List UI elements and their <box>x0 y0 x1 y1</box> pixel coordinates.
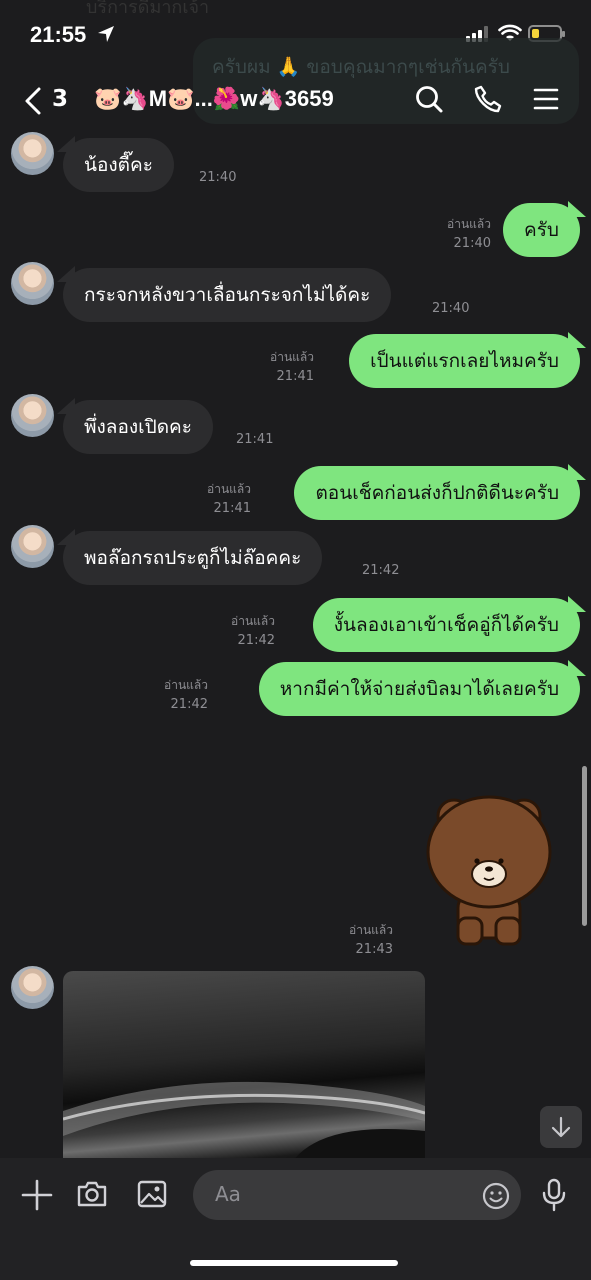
message-meta: อ่านแล้ว 21:42 <box>164 678 208 712</box>
message-bubble-outgoing[interactable]: งั้นลองเอาเข้าเช็คอู่ก็ได้ครับ <box>312 596 587 652</box>
message-time: 21:42 <box>362 563 400 578</box>
avatar[interactable] <box>11 132 54 175</box>
location-arrow-icon <box>96 24 116 44</box>
message-bubble-incoming[interactable]: พึ่งลองเปิดคะ <box>57 398 213 454</box>
home-indicator <box>190 1260 398 1266</box>
message-time: 21:41 <box>236 432 274 447</box>
emoji-icon[interactable] <box>481 1181 511 1211</box>
message-input[interactable]: Aa <box>193 1170 521 1220</box>
avatar[interactable] <box>11 525 54 568</box>
status-time: 21:55 <box>30 22 87 47</box>
background-preview-text: บริการดีมากเจ้า <box>86 0 210 18</box>
add-icon[interactable] <box>20 1178 54 1212</box>
scroll-to-bottom-button[interactable] <box>540 1106 582 1148</box>
message-meta: อ่านแล้ว 21:42 <box>231 614 275 648</box>
back-chevron-icon[interactable] <box>22 86 44 116</box>
avatar[interactable] <box>11 966 54 1009</box>
microphone-icon[interactable] <box>541 1178 567 1212</box>
message-bubble-incoming[interactable]: น้องตี๊คะ <box>57 136 174 192</box>
message-bubble-outgoing[interactable]: ตอนเช็คก่อนส่งก็ปกติดีนะครับ <box>294 464 586 520</box>
message-bubble-incoming[interactable]: กระจกหลังขวาเลื่อนกระจกไม่ได้คะ <box>56 266 392 322</box>
message-meta: อ่านแล้ว 21:41 <box>270 350 314 384</box>
unread-count[interactable]: 3 <box>52 86 68 112</box>
arrow-down-icon <box>550 1116 572 1138</box>
message-meta: อ่านแล้ว 21:40 <box>447 217 491 251</box>
message-bubble-incoming[interactable]: พอล๊อกรถประตูก็ไม่ล๊อคคะ <box>56 529 323 585</box>
menu-icon[interactable] <box>532 84 560 114</box>
message-bubble-outgoing[interactable]: ครับ <box>503 201 586 257</box>
camera-icon[interactable] <box>76 1178 108 1210</box>
message-time: 21:40 <box>199 170 237 185</box>
message-meta: อ่านแล้ว 21:43 <box>349 923 393 957</box>
message-bubble-outgoing[interactable]: หากมีค่าให้จ่ายส่งบิลมาได้เลยครับ <box>258 660 587 716</box>
chat-title[interactable]: 🐷🦄M🐷...🌺w🦄3659 <box>94 86 334 112</box>
avatar[interactable] <box>11 262 54 305</box>
avatar[interactable] <box>11 394 54 437</box>
message-time: 21:40 <box>432 301 470 316</box>
search-icon[interactable] <box>414 84 444 114</box>
chat-area[interactable]: น้องตี๊คะ 21:40 อ่านแล้ว 21:40 ครับ กระจก… <box>0 126 591 1158</box>
phone-icon[interactable] <box>473 84 503 114</box>
message-meta: อ่านแล้ว 21:41 <box>207 482 251 516</box>
scrollbar[interactable] <box>582 766 587 926</box>
chat-header: 3 🐷🦄M🐷...🌺w🦄3659 <box>0 76 591 124</box>
message-bubble-outgoing[interactable]: เป็นแต่แรกเลยไหมครับ <box>349 332 586 388</box>
brown-bear-sticker-icon[interactable] <box>424 786 554 948</box>
photo-message[interactable] <box>63 971 425 1158</box>
message-input-placeholder: Aa <box>215 1182 241 1206</box>
image-gallery-icon[interactable] <box>136 1178 168 1210</box>
